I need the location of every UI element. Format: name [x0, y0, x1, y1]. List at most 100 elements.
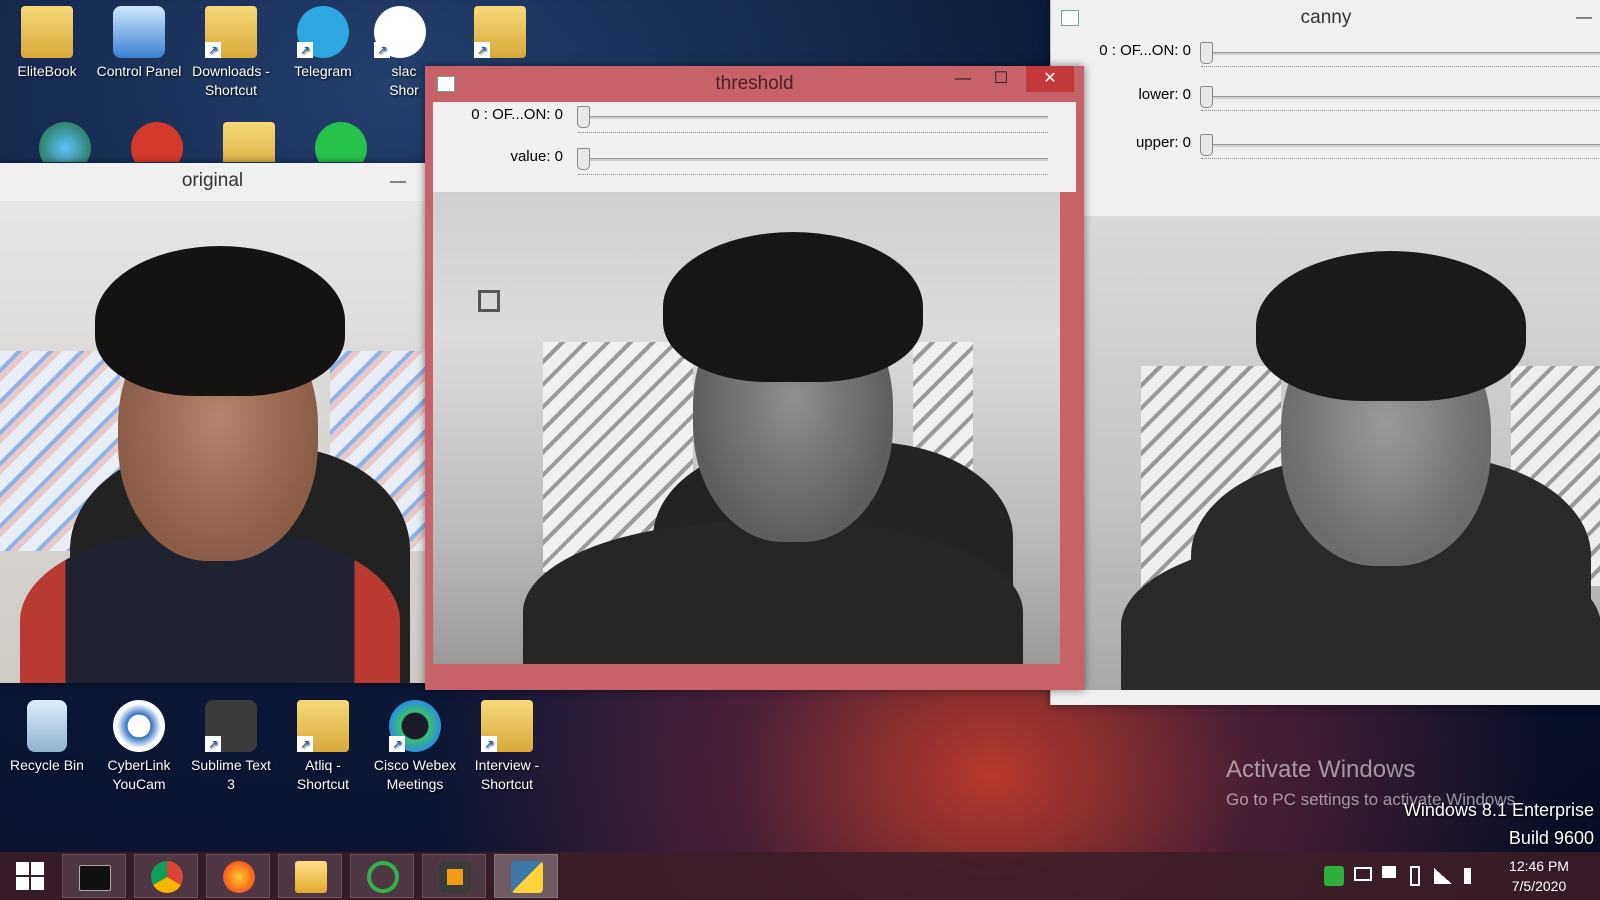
- volume-icon[interactable]: [1464, 868, 1482, 884]
- q-app-icon[interactable]: [1324, 866, 1344, 886]
- slack-icon: [374, 6, 426, 58]
- trackbar-track[interactable]: [578, 116, 1048, 119]
- trackbar-lower[interactable]: lower: 0: [1051, 82, 1600, 128]
- python-icon: [511, 861, 543, 893]
- folder-icon: [481, 700, 533, 752]
- desktop-icon-whatsapp[interactable]: [296, 122, 386, 162]
- titlebar-threshold[interactable]: threshold — ☐ ✕: [425, 66, 1084, 102]
- taskbar-sublime[interactable]: [422, 854, 486, 898]
- trackbar-thumb[interactable]: [1200, 134, 1213, 156]
- desktop-icon-globe[interactable]: [20, 122, 110, 162]
- windows-start-icon: [16, 862, 44, 890]
- clock-date: 7/5/2020: [1511, 878, 1567, 894]
- windows-edition: Windows 8.1 Enterprise: [1403, 800, 1594, 820]
- system-tray: [1318, 852, 1498, 900]
- desktop-icon-ccleaner[interactable]: [112, 122, 202, 162]
- window-title: threshold: [715, 73, 794, 94]
- trackbar-track[interactable]: [578, 158, 1048, 161]
- start-button[interactable]: [8, 858, 52, 894]
- recycle-bin-icon: [27, 700, 67, 752]
- trackbar-onoff[interactable]: 0 : OF...ON: 0: [1051, 36, 1600, 82]
- taskbar-app-refresh[interactable]: [350, 854, 414, 898]
- minimize-button[interactable]: —: [381, 169, 415, 195]
- trackbar-track[interactable]: [1201, 144, 1600, 147]
- desktop-icon-webex[interactable]: Cisco Webex Meetings: [370, 700, 460, 794]
- wall-hook: [478, 290, 500, 312]
- desktop-icon-folder2[interactable]: [204, 122, 294, 162]
- desktop-icon-control-panel[interactable]: Control Panel: [94, 6, 184, 81]
- refresh-app-icon: [367, 861, 399, 893]
- sublime-text-icon: [205, 700, 257, 752]
- desktop-icon-label: Control Panel: [96, 63, 182, 79]
- trackbar-ticks: [1201, 158, 1600, 162]
- desktop-icon-atliq[interactable]: Atliq - Shortcut: [278, 700, 368, 794]
- window-original[interactable]: original —: [0, 163, 425, 683]
- video-canny: [1051, 216, 1600, 690]
- trackbar-ticks: [1201, 66, 1600, 70]
- taskbar: 12:46 PM 7/5/2020: [0, 852, 1600, 900]
- hair: [1256, 251, 1526, 401]
- taskbar-chrome[interactable]: [134, 854, 198, 898]
- desktop-icon-interview[interactable]: Interview - Shortcut: [462, 700, 552, 794]
- webex-icon: [389, 700, 441, 752]
- taskbar-explorer[interactable]: [278, 854, 342, 898]
- flag-icon[interactable]: [1382, 866, 1396, 878]
- desktop-icon-sublime[interactable]: Sublime Text 3: [186, 700, 276, 794]
- maximize-button[interactable]: ☐: [984, 66, 1018, 92]
- trackbar-track[interactable]: [1201, 96, 1600, 99]
- file-explorer-icon: [295, 861, 327, 893]
- telegram-icon: [297, 6, 349, 58]
- desktop-icon-youcam[interactable]: CyberLink YouCam: [94, 700, 184, 794]
- desktop-icon-label: Cisco Webex Meetings: [373, 757, 457, 792]
- desktop-icon-downloads[interactable]: Downloads - Shortcut: [186, 6, 276, 100]
- maximize-icon: ☐: [993, 70, 1009, 87]
- trackbar-thumb[interactable]: [577, 148, 590, 170]
- video-original: [0, 201, 425, 683]
- signal-icon[interactable]: [1434, 868, 1452, 884]
- window-canny[interactable]: canny — 0 : OF...ON: 0 lower: 0 upper: 0: [1050, 0, 1600, 705]
- trackbar-value[interactable]: value: 0: [433, 144, 1076, 186]
- desktop-icon-label: CyberLink YouCam: [107, 757, 171, 792]
- trackbar-thumb[interactable]: [577, 106, 590, 128]
- desktop-icon-partial[interactable]: [470, 6, 530, 62]
- minimize-icon: —: [955, 70, 971, 87]
- desktop-icon-telegram[interactable]: Telegram: [278, 6, 368, 81]
- chrome-icon: [151, 861, 183, 893]
- titlebar-original[interactable]: original —: [0, 163, 425, 201]
- canny-trackbars: 0 : OF...ON: 0 lower: 0 upper: 0: [1051, 36, 1600, 216]
- trackbar-thumb[interactable]: [1200, 86, 1213, 108]
- desktop-icon-label: Downloads - Shortcut: [192, 63, 270, 98]
- taskbar-cmd[interactable]: [62, 854, 126, 898]
- trackbar-onoff[interactable]: 0 : OF...ON: 0: [433, 102, 1076, 144]
- clock[interactable]: 12:46 PM 7/5/2020: [1504, 856, 1574, 896]
- hair: [663, 232, 923, 382]
- downloads-folder-icon: [205, 6, 257, 58]
- trackbar-upper[interactable]: upper: 0: [1051, 128, 1600, 174]
- globe-icon: [39, 122, 91, 162]
- close-button[interactable]: ✕: [1026, 66, 1074, 92]
- taskbar-firefox[interactable]: [206, 854, 270, 898]
- taskbar-python[interactable]: [494, 854, 558, 898]
- minimize-button[interactable]: —: [946, 66, 980, 92]
- desktop-icon-label: Telegram: [294, 63, 352, 79]
- trackbar-track[interactable]: [1201, 52, 1600, 55]
- app-icon: [437, 76, 455, 92]
- window-title: canny: [1300, 7, 1352, 28]
- minimize-icon: —: [390, 173, 406, 190]
- trackbar-thumb[interactable]: [1200, 42, 1213, 64]
- desktop-icon-label: Atliq - Shortcut: [296, 757, 350, 792]
- desktop-icon-slack[interactable]: slac Shor: [370, 6, 430, 100]
- clock-time: 12:46 PM: [1509, 858, 1569, 874]
- activate-windows-heading: Activate Windows: [1226, 756, 1416, 783]
- minimize-button[interactable]: —: [1567, 5, 1600, 31]
- folder-user-icon: [21, 6, 73, 58]
- desktop-icon-label: Sublime Text 3: [191, 757, 271, 792]
- desktop-icon-elitebook[interactable]: EliteBook: [2, 6, 92, 81]
- battery-icon[interactable]: [1410, 866, 1420, 886]
- desktop-icon-recycle-bin[interactable]: Recycle Bin: [2, 700, 92, 775]
- titlebar-canny[interactable]: canny —: [1051, 0, 1600, 36]
- window-threshold[interactable]: threshold — ☐ ✕ 0 : OF...ON: 0 value: 0: [425, 66, 1084, 690]
- whatsapp-icon: [315, 122, 367, 162]
- firefox-icon: [223, 861, 255, 893]
- network-display-icon[interactable]: [1354, 867, 1372, 881]
